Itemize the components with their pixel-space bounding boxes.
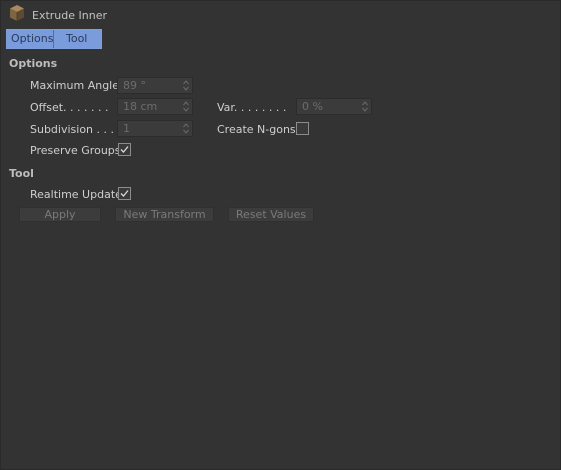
tab-tool[interactable]: Tool: [54, 30, 101, 48]
offset-value: 18 cm: [123, 100, 158, 113]
tool-section-header: Tool: [9, 167, 34, 180]
subdivision-label: Subdivision . . .: [30, 123, 115, 136]
max-angle-value: 89 °: [123, 79, 146, 92]
max-angle-label: Maximum Angle: [30, 79, 119, 92]
realtime-update-checkbox[interactable]: [118, 187, 131, 200]
options-section-header: Options: [9, 57, 58, 70]
new-transform-button[interactable]: New Transform: [115, 207, 214, 222]
spinner-icon[interactable]: [361, 100, 369, 113]
create-ngons-label: Create N-gons: [217, 123, 296, 136]
subdivision-value: 1: [123, 122, 130, 135]
panel-border: [0, 0, 561, 470]
realtime-update-label: Realtime Update: [30, 188, 122, 201]
checkmark-icon: [120, 190, 129, 197]
max-angle-field[interactable]: 89 °: [117, 77, 193, 94]
var-field[interactable]: 0 %: [296, 98, 372, 115]
tab-bar: Options Tool: [6, 29, 102, 49]
checkmark-icon: [120, 146, 129, 153]
spinner-icon[interactable]: [182, 122, 190, 135]
apply-button[interactable]: Apply: [19, 207, 101, 222]
preserve-groups-label: Preserve Groups: [30, 144, 121, 157]
preserve-groups-checkbox[interactable]: [118, 143, 131, 156]
offset-field[interactable]: 18 cm: [117, 98, 193, 115]
spinner-icon[interactable]: [182, 100, 190, 113]
cube-icon: [9, 4, 25, 22]
subdivision-field[interactable]: 1: [117, 120, 193, 137]
create-ngons-checkbox[interactable]: [296, 122, 309, 135]
reset-values-button[interactable]: Reset Values: [228, 207, 314, 222]
spinner-icon[interactable]: [182, 79, 190, 92]
tab-options[interactable]: Options: [7, 30, 54, 48]
offset-label: Offset. . . . . . .: [30, 101, 109, 114]
var-label: Var. . . . . . . .: [217, 101, 287, 114]
window-title: Extrude Inner: [32, 9, 107, 22]
var-value: 0 %: [302, 100, 323, 113]
